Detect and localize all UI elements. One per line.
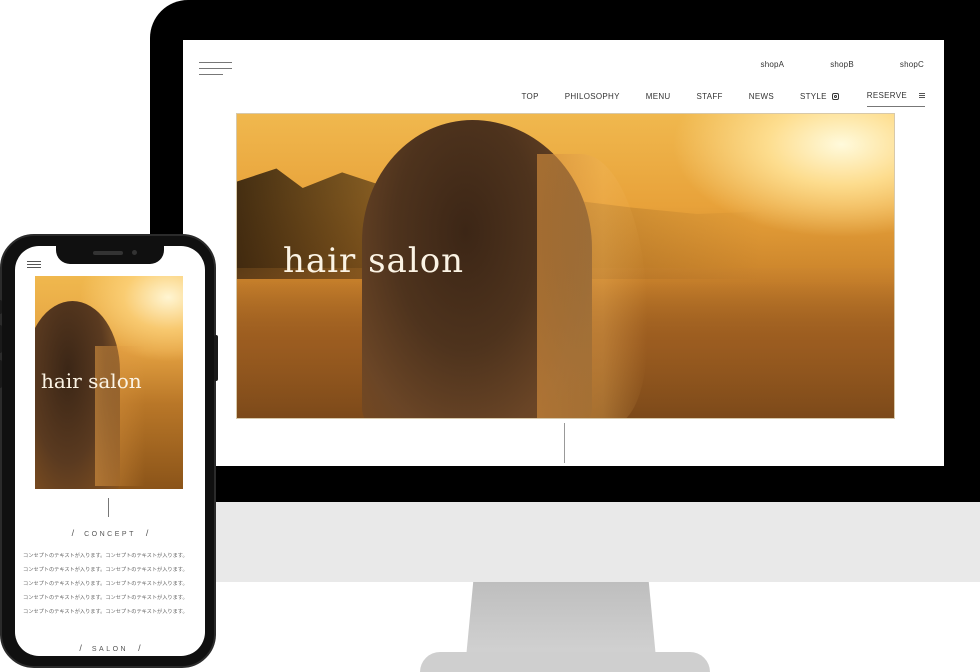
phone-speaker: [93, 251, 123, 255]
concept-line: コンセプトのテキストが入ります。コンセプトのテキストが入ります。: [23, 595, 188, 601]
nav-style[interactable]: STYLE: [800, 92, 839, 101]
phone-power-button: [214, 335, 218, 381]
salon-heading-text: SALON: [91, 646, 129, 653]
slash-decoration: /: [71, 528, 75, 538]
hero-hair-glow: [537, 154, 647, 418]
concept-line: コンセプトのテキストが入ります。コンセプトのテキストが入ります。: [23, 609, 188, 615]
nav-news[interactable]: NEWS: [749, 92, 774, 101]
concept-heading: / CONCEPT /: [15, 528, 205, 538]
nav-reserve[interactable]: RESERVE: [866, 91, 925, 107]
concept-line: コンセプトのテキストが入ります。コンセプトのテキストが入ります。: [23, 553, 188, 559]
concept-line: コンセプトのテキストが入ります。コンセプトのテキストが入ります。: [23, 581, 188, 587]
monitor-chin: [150, 502, 980, 582]
phone-volume-up-button: [0, 325, 2, 353]
shop-link-b[interactable]: shopB: [830, 60, 854, 69]
scroll-indicator: [108, 498, 109, 517]
instagram-icon: [831, 92, 839, 100]
nav-reserve-label: RESERVE: [866, 91, 907, 100]
slash-decoration: /: [145, 528, 149, 538]
phone-volume-down-button: [0, 360, 2, 388]
phone-side-button: [0, 300, 2, 314]
hero-image: hair salon: [236, 113, 895, 419]
phone-notch: [56, 246, 164, 264]
concept-text: コンセプトのテキストが入ります。コンセプトのテキストが入ります。 コンセプトのテ…: [23, 552, 201, 622]
nav-top[interactable]: TOP: [522, 92, 539, 101]
mobile-hero-title: hair salon: [41, 369, 142, 393]
phone-camera: [132, 250, 137, 255]
salon-heading: / SALON /: [15, 643, 205, 653]
nav-staff[interactable]: STAFF: [697, 92, 723, 101]
scroll-indicator: [564, 423, 565, 463]
mobile-screen: hair salon / CONCEPT / コンセプトのテキストが入ります。コンセ…: [15, 246, 205, 656]
concept-heading-text: CONCEPT: [84, 531, 136, 538]
main-nav: TOP PHILOSOPHY MENU STAFF NEWS STYLE RES…: [522, 85, 925, 107]
shop-link-c[interactable]: shopC: [900, 60, 924, 69]
monitor-stand-base: [420, 652, 710, 672]
list-icon: [919, 93, 925, 98]
shop-links: shopA shopB shopC: [761, 60, 925, 69]
concept-line: コンセプトのテキストが入ります。コンセプトのテキストが入ります。: [23, 567, 188, 573]
hero-title: hair salon: [283, 241, 465, 281]
hamburger-icon[interactable]: [27, 261, 41, 269]
nav-philosophy[interactable]: PHILOSOPHY: [565, 92, 620, 101]
monitor-stand: [466, 578, 656, 658]
nav-menu[interactable]: MENU: [646, 92, 671, 101]
desktop-screen: shopA shopB shopC TOP PHILOSOPHY MENU ST…: [183, 40, 944, 466]
hamburger-icon[interactable]: [199, 62, 232, 76]
shop-link-a[interactable]: shopA: [761, 60, 785, 69]
nav-style-label: STYLE: [799, 91, 827, 101]
slash-decoration: /: [138, 643, 141, 653]
mobile-hero-image: hair salon: [35, 276, 183, 489]
slash-decoration: /: [79, 643, 82, 653]
hero-hair-glow: [95, 346, 145, 486]
